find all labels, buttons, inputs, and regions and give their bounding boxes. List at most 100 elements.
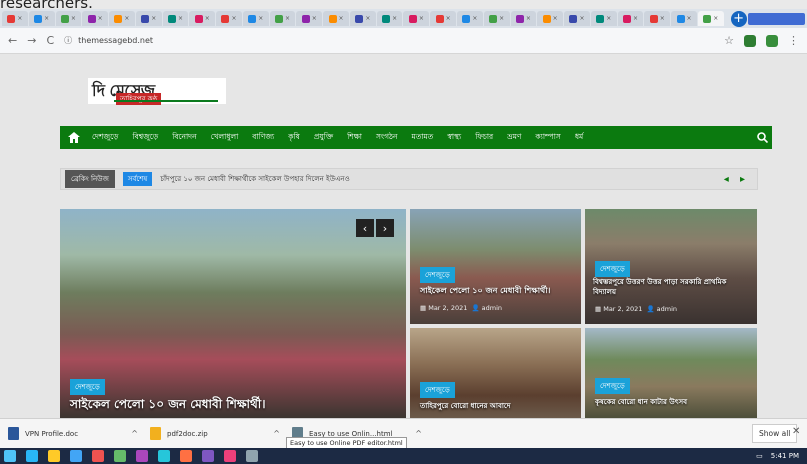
tab-close-icon[interactable]: × [660, 15, 665, 22]
nav-item[interactable]: কৃষি [281, 132, 307, 144]
featured-headline[interactable]: সাইকেল পেলো ১০ জন মেধাবী শিক্ষার্থী। [70, 396, 266, 416]
tab-close-icon[interactable]: × [17, 15, 22, 22]
chevron-up-icon[interactable]: ^ [415, 429, 422, 438]
tab-close-icon[interactable]: × [205, 15, 210, 22]
browser-tab[interactable]: × [671, 11, 697, 26]
tab-close-icon[interactable]: × [579, 15, 584, 22]
tab-close-icon[interactable]: × [71, 15, 76, 22]
tab-close-icon[interactable]: × [499, 15, 504, 22]
chevron-up-icon[interactable]: ^ [131, 429, 138, 438]
category-badge[interactable]: দেশজুড়ে [595, 378, 630, 394]
taskbar-app-icon[interactable] [246, 450, 258, 462]
nav-item[interactable]: দেশজুড়ে [85, 132, 126, 144]
slider-next-icon[interactable]: › [376, 219, 394, 237]
news-headline[interactable]: কৃষকের বোরো ধান কাটার উৎসব [595, 396, 687, 408]
taskbar-app-icon[interactable] [114, 450, 126, 462]
nav-item[interactable]: বিনোদন [165, 132, 203, 144]
reload-icon[interactable]: C [46, 34, 54, 47]
browser-tab[interactable]: × [55, 11, 82, 26]
category-badge[interactable]: দেশজুড়ে [420, 382, 455, 398]
nav-item[interactable]: ধর্ম [568, 132, 590, 144]
browser-tab[interactable]: × [216, 11, 242, 26]
nav-item[interactable]: বিশ্বজুড়ে [126, 132, 166, 144]
browser-tab[interactable]: × [430, 11, 457, 26]
featured-slider-card[interactable]: ‹ › দেশজুড়ে সাইকেল পেলো ১০ জন মেধাবী শি… [60, 209, 406, 418]
browser-tab[interactable]: × [510, 11, 537, 26]
download-item[interactable]: pdf2doc.zip ^ [150, 427, 280, 440]
tab-close-icon[interactable]: × [687, 15, 692, 22]
tab-close-icon[interactable]: × [392, 15, 397, 22]
search-icon[interactable] [752, 128, 772, 148]
tab-close-icon[interactable]: × [365, 15, 370, 22]
tab-close-icon[interactable]: × [419, 15, 424, 22]
tab-close-icon[interactable]: × [231, 15, 236, 22]
tab-close-icon[interactable]: × [258, 15, 263, 22]
extension-icon[interactable] [766, 34, 778, 47]
news-headline[interactable]: বিশ্বম্ভরপুরে উত্তরণ উত্তর পাড়া সরকারি … [593, 277, 743, 297]
bookmark-star-icon[interactable]: ☆ [724, 34, 734, 47]
browser-tab[interactable]: × [296, 11, 323, 26]
nav-item[interactable]: ফিচার [468, 132, 500, 144]
browser-tab[interactable]: × [323, 11, 349, 26]
tab-close-icon[interactable]: × [553, 15, 558, 22]
tab-close-icon[interactable]: × [151, 15, 156, 22]
tab-close-icon[interactable]: × [472, 15, 477, 22]
taskbar-app-icon[interactable] [70, 450, 82, 462]
nav-item[interactable]: প্রযুক্তি [307, 132, 340, 144]
nav-item[interactable]: ক্যাম্পাস [528, 132, 567, 144]
browser-tab[interactable]: × [162, 11, 189, 26]
browser-tab[interactable]: × [269, 11, 296, 26]
ticker-headline[interactable]: চাঁদপুরে ১০ জন মেধাবী শিক্ষার্থীকে সাইকে… [160, 173, 350, 185]
news-card[interactable]: দেশজুড়ে সাইকেল পেলো ১০ জন মেধাবী শিক্ষা… [410, 209, 581, 324]
forward-icon[interactable]: → [27, 34, 36, 47]
news-card[interactable]: দেশজুড়ে কৃষকের বোরো ধান কাটার উৎসব [585, 328, 757, 418]
slider-prev-icon[interactable]: ‹ [356, 219, 374, 237]
menu-icon[interactable]: ⋮ [788, 34, 799, 47]
browser-tab[interactable]: × [376, 11, 403, 26]
new-tab-button[interactable]: + [730, 10, 747, 27]
category-badge[interactable]: দেশজুড়ে [70, 379, 105, 395]
url-field[interactable]: ⓘ themessagebd.net [64, 32, 714, 50]
close-icon[interactable]: ✕ [792, 426, 800, 437]
taskbar-app-icon[interactable] [48, 450, 60, 462]
nav-item[interactable]: খেলাধুলা [204, 132, 246, 144]
taskbar-app-icon[interactable] [92, 450, 104, 462]
tab-close-icon[interactable]: × [446, 15, 451, 22]
tab-close-icon[interactable]: × [633, 15, 638, 22]
taskbar-app-icon[interactable] [136, 450, 148, 462]
browser-tab[interactable]: × [2, 11, 28, 26]
tab-close-icon[interactable]: × [606, 15, 611, 22]
download-item[interactable]: VPN Profile.doc ^ [8, 427, 138, 440]
browser-tab[interactable]: × [189, 11, 216, 26]
browser-tab[interactable]: × [82, 11, 109, 26]
browser-tab[interactable]: × [697, 11, 724, 26]
category-badge[interactable]: দেশজুড়ে [595, 261, 630, 277]
nav-item[interactable]: স্বাস্থ্য [440, 132, 468, 144]
tab-close-icon[interactable]: × [339, 15, 344, 22]
nav-item[interactable]: মতামত [405, 132, 441, 144]
tab-close-icon[interactable]: × [178, 15, 183, 22]
nav-item[interactable]: শিক্ষা [340, 132, 369, 144]
news-card[interactable]: দেশজুড়ে বিশ্বম্ভরপুরে উত্তরণ উত্তর পাড়… [585, 209, 757, 324]
window-controls[interactable] [747, 12, 806, 25]
nav-item[interactable]: সংগঠন [369, 132, 405, 144]
browser-tab[interactable]: × [483, 11, 510, 26]
browser-tab[interactable]: × [537, 11, 564, 26]
tab-close-icon[interactable]: × [713, 15, 718, 22]
browser-tab[interactable]: × [135, 11, 162, 26]
back-icon[interactable]: ← [8, 34, 17, 47]
tab-close-icon[interactable]: × [44, 15, 49, 22]
ticker-arrows[interactable]: ◂ ▸ [724, 174, 749, 185]
tab-close-icon[interactable]: × [285, 15, 290, 22]
taskbar-app-icon[interactable] [180, 450, 192, 462]
show-all-button[interactable]: Show all [752, 424, 798, 443]
taskbar-app-icon[interactable] [158, 450, 170, 462]
site-logo[interactable]: দি মেসেজ তাহিরপুর কণ্ঠ [88, 78, 226, 105]
browser-tab[interactable]: × [564, 11, 590, 26]
browser-tab[interactable]: × [457, 11, 483, 26]
tab-close-icon[interactable]: × [124, 15, 129, 22]
taskbar-app-icon[interactable] [26, 450, 38, 462]
tab-close-icon[interactable]: × [312, 15, 317, 22]
browser-tab[interactable]: × [242, 11, 269, 26]
home-icon[interactable] [66, 130, 81, 145]
